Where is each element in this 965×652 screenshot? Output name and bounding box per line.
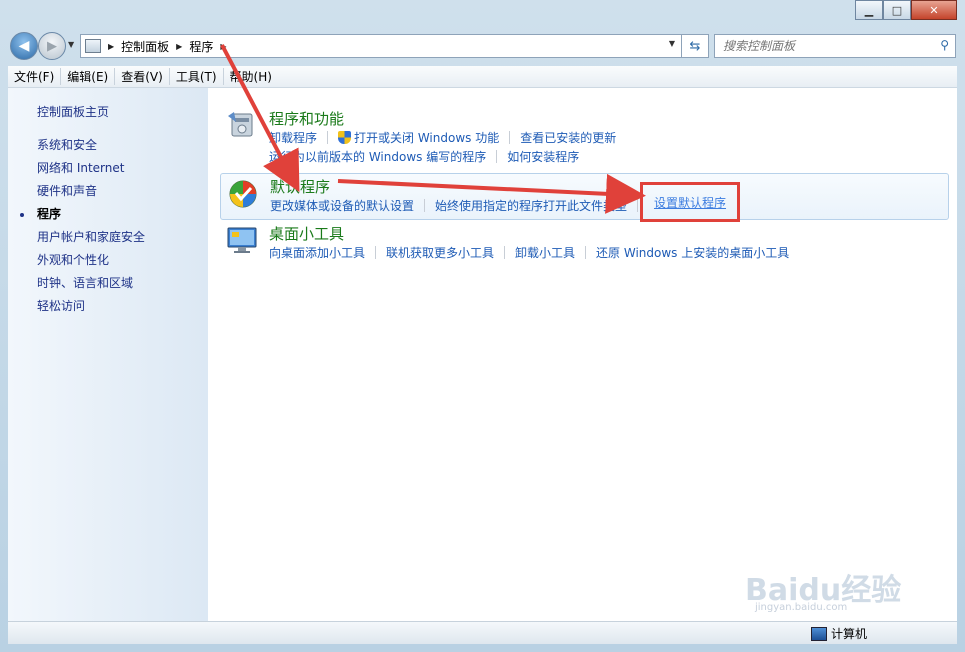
how-to-install-link[interactable]: 如何安装程序 <box>507 148 579 165</box>
add-gadgets-link[interactable]: 向桌面添加小工具 <box>269 244 365 261</box>
category-links-row: 卸载程序 打开或关闭 Windows 功能 查看已安装的更新 <box>269 129 616 146</box>
category-default-programs: 默认程序 更改媒体或设备的默认设置 始终使用指定的程序打开此文件类型 <box>220 173 949 220</box>
back-button[interactable]: ◀ <box>10 32 38 60</box>
desktop-gadgets-icon <box>227 227 257 253</box>
menu-view[interactable]: 查看(V) <box>114 68 169 85</box>
sidebar: 控制面板主页 系统和安全 网络和 Internet 硬件和声音 程序 用户帐户和… <box>8 88 208 621</box>
sidebar-item-network[interactable]: 网络和 Internet <box>37 159 124 176</box>
minimize-button[interactable]: ▁ <box>855 0 883 20</box>
status-computer: 计算机 <box>810 625 867 642</box>
computer-icon <box>810 626 827 641</box>
installed-updates-link[interactable]: 查看已安装的更新 <box>520 129 616 146</box>
active-bullet-icon <box>20 213 24 217</box>
arrow-left-icon: ◀ <box>18 38 30 54</box>
uninstall-program-link[interactable]: 卸载程序 <box>269 129 317 146</box>
sidebar-item-programs: 程序 <box>37 207 62 221</box>
window-frame: ▁ □ ✕ ◀ ▶ ▼ ▶ 控制面板 ▶ 程序 ▶ ▼ ⇆ ⚲ 文件(F) 编辑… <box>0 0 965 652</box>
watermark-site: jingyan.baidu.com <box>755 602 848 613</box>
category-programs-features: 程序和功能 卸载程序 打开或关闭 Windows 功能 查看已安装的更新 运行为… <box>220 108 947 168</box>
chevron-right-icon[interactable]: ▶ <box>176 42 182 51</box>
forward-button[interactable]: ▶ <box>38 32 66 60</box>
link-divider <box>509 131 511 144</box>
content-pane: 程序和功能 卸载程序 打开或关闭 Windows 功能 查看已安装的更新 运行为… <box>208 88 957 621</box>
autoplay-settings-link[interactable]: 更改媒体或设备的默认设置 <box>270 197 414 214</box>
address-bar-row: ◀ ▶ ▼ ▶ 控制面板 ▶ 程序 ▶ ▼ ⇆ ⚲ <box>10 32 956 60</box>
category-title[interactable]: 默认程序 <box>270 176 330 197</box>
link-divider <box>637 199 639 212</box>
menu-edit[interactable]: 编辑(E) <box>60 68 114 85</box>
menu-tools[interactable]: 工具(T) <box>168 68 223 85</box>
breadcrumb-programs[interactable]: 程序 <box>189 38 213 55</box>
category-title[interactable]: 桌面小工具 <box>269 223 344 244</box>
watermark: Baidu经验 jingyan.baidu.com <box>745 547 925 617</box>
sidebar-item-hardware-sound[interactable]: 硬件和声音 <box>37 182 97 199</box>
arrow-right-icon: ▶ <box>47 38 57 54</box>
close-button[interactable]: ✕ <box>911 0 957 20</box>
link-divider <box>327 131 329 144</box>
category-links-row: 向桌面添加小工具 联机获取更多小工具 卸载小工具 还原 Windows 上安装的… <box>269 244 789 261</box>
category-desktop-gadgets: 桌面小工具 向桌面添加小工具 联机获取更多小工具 卸载小工具 还原 Window… <box>220 223 947 268</box>
status-computer-label: 计算机 <box>830 627 867 641</box>
category-links-row: 更改媒体或设备的默认设置 始终使用指定的程序打开此文件类型 <box>270 197 648 214</box>
refresh-icon: ⇆ <box>689 38 701 54</box>
sidebar-item-clock-region[interactable]: 时钟、语言和区域 <box>37 274 133 291</box>
get-gadgets-online-link[interactable]: 联机获取更多小工具 <box>386 244 494 261</box>
link-divider <box>424 199 426 212</box>
uninstall-gadget-link[interactable]: 卸载小工具 <box>515 244 575 261</box>
sidebar-item-ease-of-access[interactable]: 轻松访问 <box>37 297 85 314</box>
status-bar: 计算机 <box>8 621 957 644</box>
chevron-right-icon[interactable]: ▶ <box>220 42 226 51</box>
link-divider <box>585 246 587 259</box>
sidebar-home-link[interactable]: 控制面板主页 <box>37 103 109 120</box>
compatibility-link[interactable]: 运行为以前版本的 Windows 编写的程序 <box>269 148 486 165</box>
window-controls: ▁ □ ✕ <box>855 0 957 20</box>
address-dropdown-icon[interactable]: ▼ <box>669 39 675 48</box>
maximize-button[interactable]: □ <box>883 0 911 20</box>
search-input[interactable] <box>721 35 925 57</box>
menu-help[interactable]: 帮助(H) <box>222 68 278 85</box>
category-title[interactable]: 程序和功能 <box>269 108 344 129</box>
file-association-link[interactable]: 始终使用指定的程序打开此文件类型 <box>435 197 627 214</box>
control-panel-icon <box>85 39 101 53</box>
menu-file[interactable]: 文件(F) <box>8 68 60 85</box>
set-default-programs-highlight: 设置默认程序 <box>640 182 740 222</box>
sidebar-item-user-accounts[interactable]: 用户帐户和家庭安全 <box>37 228 145 245</box>
uac-shield-icon <box>338 131 352 144</box>
menu-bar: 文件(F) 编辑(E) 查看(V) 工具(T) 帮助(H) <box>8 66 957 88</box>
set-default-programs-link[interactable]: 设置默认程序 <box>654 194 726 211</box>
restore-gadgets-link[interactable]: 还原 Windows 上安装的桌面小工具 <box>596 244 789 261</box>
breadcrumb-control-panel[interactable]: 控制面板 <box>121 38 169 55</box>
link-divider <box>504 246 506 259</box>
link-divider <box>375 246 377 259</box>
sidebar-item-system-security[interactable]: 系统和安全 <box>37 136 97 153</box>
sidebar-item-appearance[interactable]: 外观和个性化 <box>37 251 109 268</box>
link-divider <box>496 150 498 163</box>
default-programs-icon <box>229 180 257 208</box>
windows-features-link[interactable]: 打开或关闭 Windows 功能 <box>354 129 499 146</box>
category-links-row: 运行为以前版本的 Windows 编写的程序 如何安装程序 <box>269 148 579 165</box>
refresh-button[interactable]: ⇆ <box>682 34 709 58</box>
chevron-right-icon[interactable]: ▶ <box>108 42 114 51</box>
search-icon[interactable]: ⚲ <box>940 38 949 52</box>
breadcrumb[interactable]: ▶ 控制面板 ▶ 程序 ▶ ▼ <box>80 34 682 58</box>
search-box[interactable]: ⚲ <box>714 34 956 58</box>
history-dropdown-icon[interactable]: ▼ <box>68 40 74 49</box>
programs-features-icon <box>228 112 253 137</box>
